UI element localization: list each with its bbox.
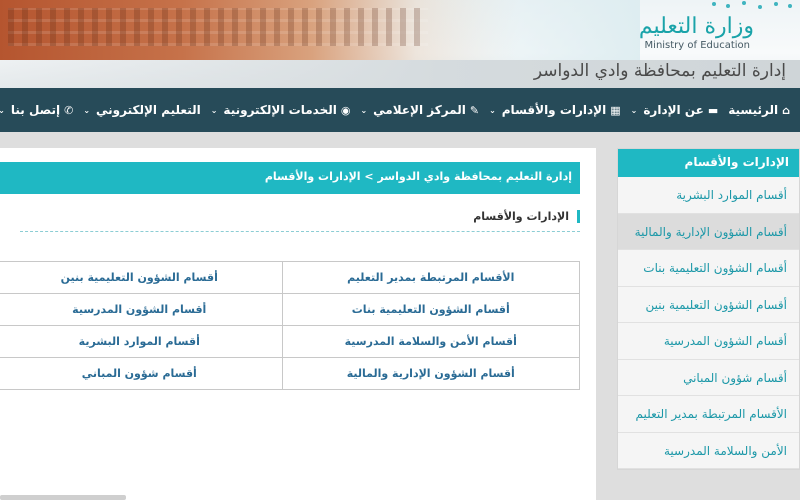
nav-item-label: الإدارات والأقسام [501, 103, 607, 117]
chevron-down-icon: ⌄ [83, 105, 91, 115]
breadcrumb-bar: إدارة التعليم بمحافظة وادي الدواسر > الإ… [0, 162, 580, 194]
sidebar-header: الإدارات والأقسام [618, 149, 799, 177]
main-navbar: ⌂ الرئيسية ▬ عن الإدارة ⌄ ▦ الإدارات والأقسام ⌄… [0, 88, 800, 132]
nav-item[interactable]: ◉ الخدمات الإلكترونية ⌄ [211, 103, 351, 117]
banner-building-windows [8, 8, 428, 46]
sidebar-item[interactable]: الأقسام المرتبطة بمدير التعليم [618, 396, 799, 433]
department-link[interactable]: أقسام الشؤون الإدارية والمالية [281, 357, 581, 390]
sidebar-item[interactable]: أقسام شؤون المباني [618, 359, 799, 396]
nav-item[interactable]: التعليم الإلكتروني ⌄ [83, 103, 200, 117]
sidebar-item[interactable]: أقسام الشؤون التعليمية بنين [618, 286, 799, 323]
department-link[interactable]: أقسام الشؤون التعليمية بنات [281, 293, 581, 326]
ministry-logo-arabic[interactable]: وزارة التعليم [639, 14, 754, 39]
nav-item-label: المركز الإعلامي [373, 103, 466, 117]
table-row: الأقسام المرتبطة بمدير التعليم أقسام الش… [0, 261, 581, 294]
main-nav-list: ⌂ الرئيسية ▬ عن الإدارة ⌄ ▦ الإدارات والأقسام ⌄… [0, 88, 790, 132]
chevron-down-icon: ⌄ [360, 105, 368, 115]
sidebar-item[interactable]: الأمن والسلامة المدرسية [618, 432, 799, 469]
nav-item-label: إتصل بنا [10, 103, 61, 117]
edit-icon: ✎ [469, 103, 480, 117]
nav-item-label: الرئيسية [728, 103, 779, 117]
chevron-down-icon: ⌄ [630, 105, 638, 115]
sidebar-item[interactable]: أقسام الشؤون الإدارية والمالية [618, 213, 799, 250]
home-icon: ⌂ [782, 103, 790, 117]
nav-item[interactable]: ▬ عن الإدارة ⌄ [631, 103, 719, 117]
nav-item[interactable]: ✎ المركز الإعلامي ⌄ [360, 103, 479, 117]
nav-item[interactable]: ✆ إتصل بنا ⌄ [0, 103, 73, 117]
department-link[interactable]: أقسام الشؤون التعليمية بنين [0, 261, 283, 294]
nav-item-label: الخدمات الإلكترونية [223, 103, 337, 117]
site-header: وزارة التعليم Ministry of Education إدار… [0, 0, 800, 88]
department-link[interactable]: أقسام شؤون المباني [0, 357, 283, 390]
content-panel: إدارة التعليم بمحافظة وادي الدواسر > الإ… [0, 148, 596, 500]
monitor-icon: ▬ [707, 103, 719, 117]
chevron-down-icon: ⌄ [210, 105, 218, 115]
nav-item[interactable]: ⌂ الرئيسية [728, 103, 790, 117]
chevron-down-icon: ⌄ [489, 105, 496, 115]
nav-item-label: التعليم الإلكتروني [96, 103, 201, 117]
phone-icon: ✆ [64, 103, 74, 117]
department-link[interactable]: الأقسام المرتبطة بمدير التعليم [281, 261, 581, 294]
departments-table: الأقسام المرتبطة بمدير التعليم أقسام الش… [0, 261, 581, 390]
sidebar-items: أقسام الموارد البشرية أقسام الشؤون الإدار… [618, 177, 799, 469]
department-link[interactable]: أقسام الموارد البشرية [0, 325, 283, 358]
department-link[interactable]: أقسام الأمن والسلامة المدرسية [281, 325, 581, 358]
logo-dots-decoration [708, 0, 798, 14]
ministry-logo-english[interactable]: Ministry of Education [645, 40, 750, 51]
globe-icon: ◉ [340, 103, 351, 117]
nav-item[interactable]: ▦ الإدارات والأقسام ⌄ [489, 103, 621, 117]
section-heading-text: الإدارات والأقسام [473, 210, 580, 223]
table-row: أقسام الشؤون الإدارية والمالية أقسام شؤو… [0, 357, 581, 390]
chevron-down-icon: ⌄ [0, 105, 5, 115]
banner-sky-fade [420, 0, 640, 60]
horizontal-scrollbar[interactable] [0, 495, 126, 500]
table-row: أقسام الشؤون التعليمية بنات أقسام الشؤون… [0, 293, 581, 326]
nav-item-label: عن الإدارة [643, 103, 704, 117]
breadcrumb[interactable]: إدارة التعليم بمحافظة وادي الدواسر > الإ… [265, 170, 572, 183]
sidebar: الإدارات والأقسام أقسام الموارد البشرية أ… [617, 148, 800, 470]
department-link[interactable]: أقسام الشؤون المدرسية [0, 293, 283, 326]
sidebar-item[interactable]: أقسام الموارد البشرية [618, 177, 799, 214]
sidebar-item[interactable]: أقسام الشؤون التعليمية بنات [618, 250, 799, 287]
table-row: أقسام الأمن والسلامة المدرسية أقسام المو… [0, 325, 581, 358]
section-heading: الإدارات والأقسام [20, 206, 580, 232]
directorate-title: إدارة التعليم بمحافظة وادي الدواسر [533, 61, 786, 81]
grid-icon: ▦ [610, 103, 621, 117]
sidebar-item[interactable]: أقسام الشؤون المدرسية [618, 323, 799, 360]
